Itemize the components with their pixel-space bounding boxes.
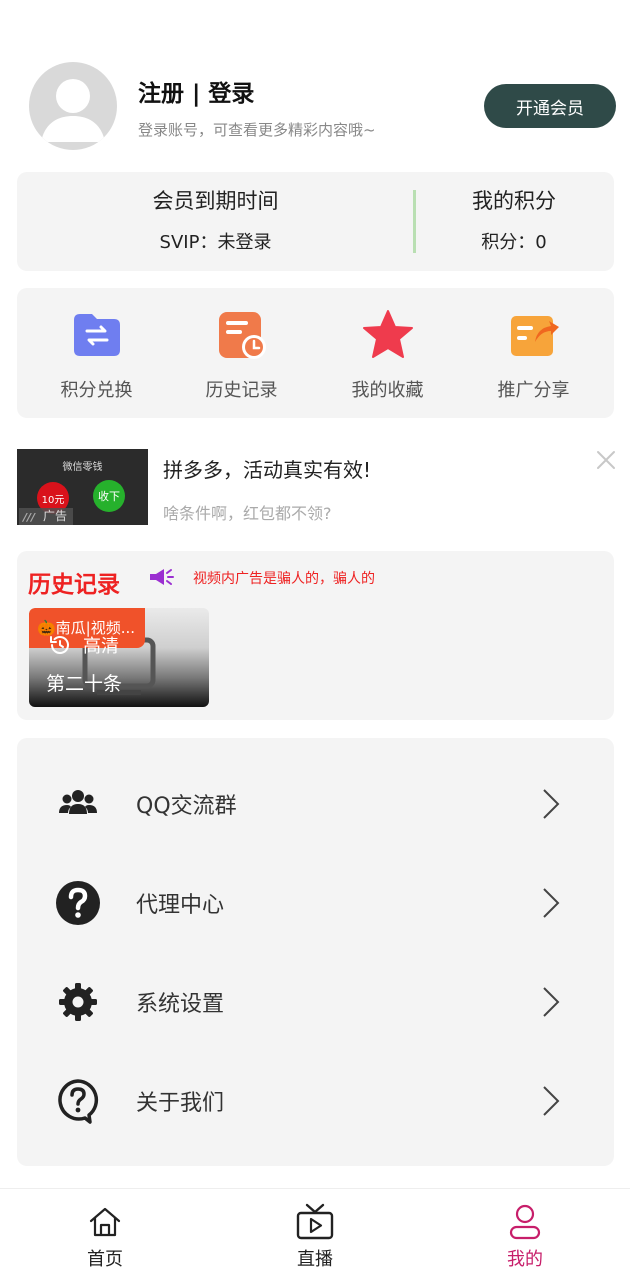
user-icon [506, 1203, 544, 1241]
membership-label: 会员到期时间 [152, 189, 279, 213]
action-label: 积分兑换 [60, 380, 133, 401]
quick-actions: 积分兑换 历史记录 我的收藏 推广分享 [17, 288, 614, 418]
share-icon [507, 308, 561, 362]
close-icon[interactable] [594, 448, 618, 472]
chevron-right-icon [540, 1083, 562, 1119]
menu-item-about-us[interactable]: 关于我们 [17, 1051, 614, 1150]
exchange-folder-icon [70, 308, 124, 362]
action-history[interactable]: 历史记录 [167, 288, 316, 418]
ad-thumbnail[interactable]: 微信零钱 10元 收下 广告 /// [17, 449, 148, 525]
login-register-link[interactable]: 注册 | 登录 [138, 74, 254, 108]
history-title: 历史记录 [28, 572, 120, 598]
settings-menu: QQ交流群 代理中心 系统设置 关于我们 [17, 738, 614, 1166]
history-clock-icon [215, 308, 269, 362]
action-label: 历史记录 [205, 380, 278, 401]
group-icon [55, 781, 101, 827]
gear-icon [55, 979, 101, 1025]
profile-header: 注册 | 登录 登录账号，可查看更多精彩内容哦~ 开通会员 [0, 0, 630, 165]
history-episode: 第二十条 [46, 673, 123, 695]
menu-label: 系统设置 [136, 992, 225, 1017]
home-icon [86, 1203, 124, 1241]
history-card: 历史记录 视频内广告是骗人的，骗人的 🎃南瓜|视频... 高清 第二十条 [17, 551, 614, 720]
nav-mine[interactable]: 我的 [420, 1189, 630, 1280]
question-icon [55, 880, 101, 926]
action-favorites[interactable]: 我的收藏 [313, 288, 462, 418]
action-points-exchange[interactable]: 积分兑换 [22, 288, 171, 418]
ad-banner[interactable]: 微信零钱 10元 收下 广告 /// 拼多多，活动真实有效! 啥条件啊，红包都不… [0, 436, 630, 530]
history-video-thumbnail[interactable]: 🎃南瓜|视频... 高清 第二十条 [29, 608, 209, 707]
default-avatar-icon [41, 79, 105, 142]
help-bubble-icon [55, 1078, 101, 1124]
nav-live[interactable]: 直播 [210, 1189, 420, 1280]
nav-label: 首页 [87, 1249, 123, 1270]
menu-label: 代理中心 [136, 893, 225, 918]
menu-label: 关于我们 [136, 1091, 225, 1116]
ad-description: 啥条件啊，红包都不领? [163, 504, 332, 523]
chevron-right-icon [540, 786, 562, 822]
action-label: 推广分享 [497, 380, 570, 401]
action-share[interactable]: 推广分享 [459, 288, 608, 418]
tv-icon [296, 1203, 334, 1241]
action-label: 我的收藏 [351, 380, 424, 401]
login-hint: 登录账号，可查看更多精彩内容哦~ [138, 121, 376, 139]
membership-value: SVIP：未登录 [159, 232, 272, 253]
open-vip-button[interactable]: 开通会员 [484, 84, 616, 128]
chevron-right-icon [540, 984, 562, 1020]
membership-stat[interactable]: 会员到期时间 SVIP：未登录 [17, 172, 414, 271]
megaphone-icon [148, 566, 174, 588]
menu-label: QQ交流群 [136, 794, 237, 819]
ad-accept-button: 收下 [93, 480, 125, 512]
clock-icon [48, 633, 72, 657]
points-value: 积分：0 [481, 232, 547, 253]
chevron-right-icon [540, 885, 562, 921]
ad-title[interactable]: 拼多多，活动真实有效! [163, 454, 371, 483]
history-notice: 视频内广告是骗人的，骗人的 [193, 571, 375, 587]
menu-item-system-settings[interactable]: 系统设置 [17, 952, 614, 1051]
points-stat[interactable]: 我的积分 积分：0 [414, 172, 614, 271]
menu-item-agent-center[interactable]: 代理中心 [17, 853, 614, 952]
star-icon [361, 308, 415, 362]
nav-label: 我的 [507, 1249, 543, 1270]
ad-thumb-caption: 微信零钱 [62, 462, 103, 473]
bottom-navigation: 首页 直播 我的 [0, 1188, 630, 1280]
points-label: 我的积分 [472, 189, 556, 213]
menu-item-qq-group[interactable]: QQ交流群 [17, 754, 614, 853]
nav-home[interactable]: 首页 [0, 1189, 210, 1280]
stats-card: 会员到期时间 SVIP：未登录 我的积分 积分：0 [17, 172, 614, 271]
history-quality: 高清 [83, 636, 119, 657]
avatar[interactable] [29, 62, 117, 150]
ad-network-logo: /// [23, 511, 36, 524]
nav-label: 直播 [297, 1249, 333, 1270]
